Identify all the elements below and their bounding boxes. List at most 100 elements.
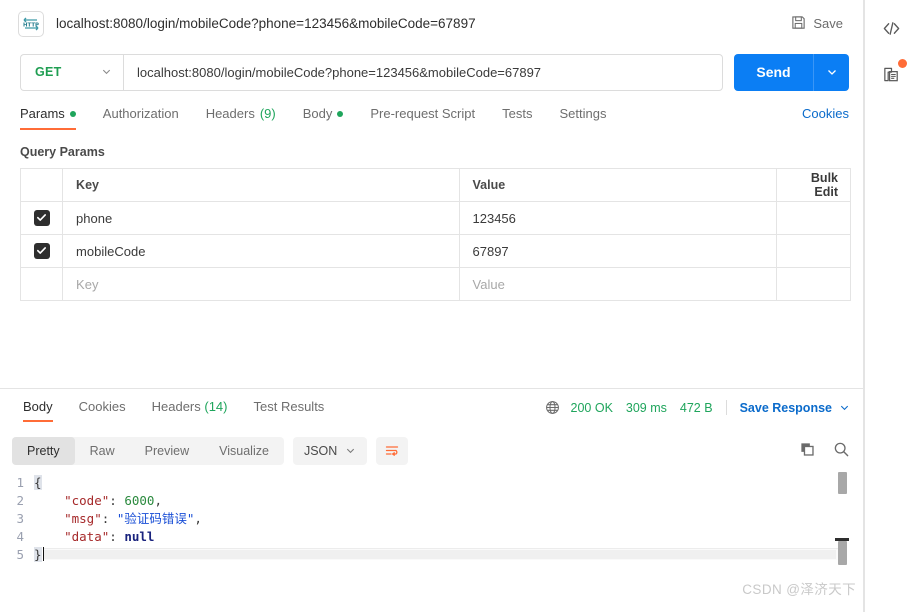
send-options-button[interactable]: [813, 53, 849, 91]
view-mode-visualize[interactable]: Visualize: [204, 437, 284, 465]
json-open-brace: {: [34, 475, 42, 490]
response-format-label: JSON: [303, 444, 338, 458]
response-actions: [799, 441, 850, 461]
response-meta: 200 OK 309 ms 472 B Save Response: [545, 400, 850, 422]
view-mode-group: Pretty Raw Preview Visualize: [12, 437, 284, 465]
vertical-scrollbar-thumb-upper[interactable]: [838, 472, 847, 494]
tab-authorization[interactable]: Authorization: [103, 106, 179, 130]
bulk-edit-button[interactable]: Bulk Edit: [811, 171, 838, 199]
line-number: 5: [16, 547, 24, 562]
response-format-toolbar: Pretty Raw Preview Visualize JSON: [0, 433, 864, 469]
response-tab-headers[interactable]: Headers (14): [152, 399, 228, 422]
json-close-brace: }: [34, 547, 42, 562]
tab-settings[interactable]: Settings: [559, 106, 606, 130]
cookies-link[interactable]: Cookies: [802, 106, 849, 130]
json-comma: ,: [194, 511, 202, 526]
modified-dot-icon: [337, 110, 344, 117]
horizontal-scrollbar-thumb[interactable]: [44, 550, 836, 559]
response-tab-cookies-label: Cookies: [78, 399, 126, 414]
json-line-3: "msg": "验证码错误",: [34, 510, 864, 528]
watermark: CSDN @泽济天下: [742, 582, 856, 597]
tab-params-label: Params: [20, 106, 65, 121]
floppy-disk-icon: [791, 15, 806, 33]
table-row: phone 123456: [19, 201, 852, 235]
json-key-msg: "msg": [64, 511, 102, 526]
response-tab-test-results[interactable]: Test Results: [254, 399, 325, 422]
line-number-gutter: 1 2 3 4 5: [0, 470, 34, 566]
tab-pre-request-script-label: Pre-request Script: [370, 106, 476, 121]
code-snippet-icon[interactable]: [876, 12, 908, 44]
search-icon[interactable]: [833, 441, 850, 461]
row-checkbox-phone[interactable]: [33, 209, 50, 226]
chevron-down-icon: [101, 65, 112, 80]
json-line-2: "code": 6000,: [34, 492, 864, 510]
param-key-mobilecode: mobileCode: [76, 243, 146, 259]
url-bar: GET localhost:8080/login/mobileCode?phon…: [0, 47, 863, 97]
save-response-button[interactable]: Save Response: [740, 401, 832, 415]
view-mode-pretty[interactable]: Pretty: [12, 437, 75, 465]
tab-params[interactable]: Params: [20, 106, 76, 130]
http-badge-icon: HTTP: [18, 10, 44, 37]
param-key-new-placeholder: Key: [76, 276, 99, 292]
tab-settings-label: Settings: [559, 106, 607, 121]
meta-separator: [725, 400, 727, 415]
select-all-cell: [19, 168, 64, 202]
tab-headers[interactable]: Headers (9): [206, 106, 276, 130]
param-value-mobilecode: 67897: [472, 243, 509, 259]
response-format-select[interactable]: JSON: [292, 437, 368, 465]
response-size: 472 B: [679, 400, 713, 415]
json-colon: :: [109, 529, 125, 544]
horizontal-scrollbar[interactable]: [44, 548, 843, 560]
url-input[interactable]: localhost:8080/login/mobileCode?phone=12…: [123, 53, 723, 91]
param-key-new[interactable]: Key: [62, 267, 460, 301]
tab-headers-label: Headers: [205, 106, 255, 121]
chevron-down-icon[interactable]: [839, 402, 850, 413]
table-row: mobileCode 67897: [19, 234, 852, 268]
json-key-code: "code": [64, 493, 110, 508]
documentation-icon[interactable]: [876, 58, 908, 90]
line-number: 1: [16, 475, 24, 490]
request-response-panel: HTTP localhost:8080/login/mobileCode?pho…: [0, 0, 864, 612]
modified-dot-icon: [69, 110, 76, 117]
json-comma: ,: [154, 493, 162, 508]
query-params-table: Key Value Bulk Edit phone 123456 mobileC…: [19, 168, 852, 301]
request-header: HTTP localhost:8080/login/mobileCode?pho…: [0, 0, 863, 47]
line-number: 3: [16, 511, 24, 526]
send-button[interactable]: Send: [734, 53, 813, 91]
json-line-1: {: [34, 474, 864, 492]
globe-icon: [545, 400, 560, 415]
save-button[interactable]: Save: [785, 11, 849, 37]
view-mode-raw[interactable]: Raw: [75, 437, 130, 465]
response-tab-headers-count: (14): [204, 399, 228, 414]
wrap-lines-icon[interactable]: [376, 437, 409, 465]
table-row: Key Value: [19, 267, 852, 301]
row-checkbox-mobilecode[interactable]: [33, 242, 50, 259]
response-status: 200 OK: [570, 400, 613, 415]
tab-tests[interactable]: Tests: [502, 106, 532, 130]
json-colon: :: [109, 493, 125, 508]
table-header-row: Key Value Bulk Edit: [19, 168, 852, 202]
tab-tests-label: Tests: [502, 106, 533, 121]
send-button-group: Send: [734, 53, 849, 91]
tab-body-label: Body: [302, 106, 333, 121]
response-tab-body[interactable]: Body: [23, 399, 53, 422]
param-key-phone: phone: [76, 210, 113, 226]
http-method-select[interactable]: GET: [20, 53, 123, 91]
line-number: 4: [16, 529, 24, 544]
response-time: 309 ms: [625, 400, 667, 415]
vertical-scrollbar-thumb-lower[interactable]: [838, 541, 847, 565]
json-line-4: "data": null: [34, 528, 864, 546]
copy-icon[interactable]: [799, 441, 816, 461]
tab-authorization-label: Authorization: [102, 106, 179, 121]
json-value-msg: "验证码错误": [116, 511, 195, 526]
view-mode-preview[interactable]: Preview: [130, 437, 204, 465]
query-params-label: Query Params: [20, 145, 105, 159]
column-header-value: Value: [458, 168, 777, 202]
line-number: 2: [16, 493, 24, 508]
response-tab-cookies[interactable]: Cookies: [79, 399, 126, 422]
tab-body[interactable]: Body: [303, 106, 344, 130]
tab-pre-request-script[interactable]: Pre-request Script: [370, 106, 475, 130]
param-value-new[interactable]: Value: [458, 267, 777, 301]
request-tabs: Params Authorization Headers (9) Body Pr…: [0, 97, 863, 130]
right-sidebar: [864, 0, 918, 612]
